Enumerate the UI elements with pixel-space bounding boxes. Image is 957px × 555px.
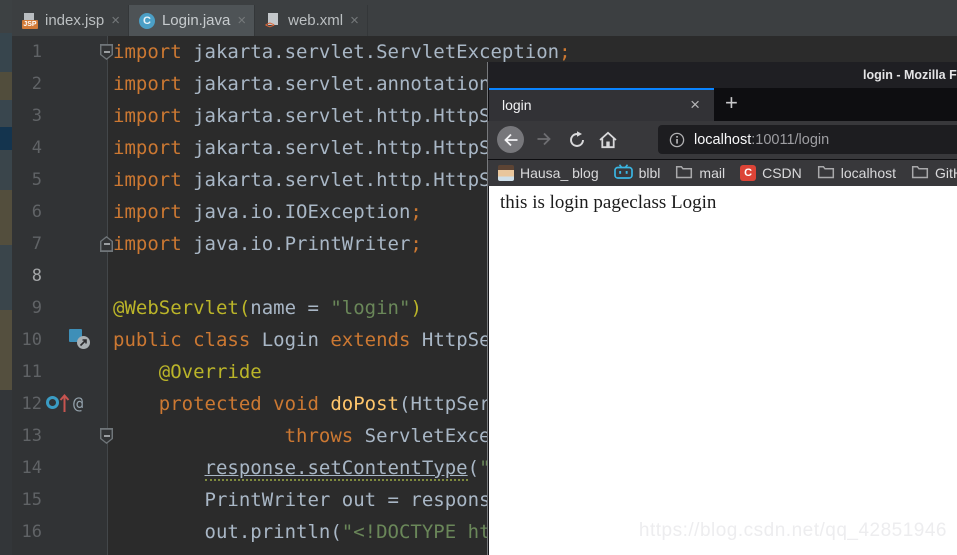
home-button[interactable] — [598, 131, 618, 154]
project-pane-row — [0, 390, 12, 555]
xml-brackets-glyph: <> — [265, 20, 274, 30]
xml-file-icon: <> — [265, 13, 281, 29]
back-button[interactable] — [497, 126, 524, 153]
bookmark-localhost[interactable]: localhost — [817, 165, 896, 182]
home-icon — [598, 131, 618, 149]
overrides-method-icon[interactable] — [46, 396, 59, 409]
back-arrow-icon — [503, 133, 519, 147]
project-pane-row — [0, 33, 12, 72]
project-pane-sliver[interactable] — [0, 0, 12, 555]
editor-tab-bar: JSP index.jsp × C Login.java × <> web.xml × — [12, 0, 957, 36]
browser-page-content: this is login pageclass Login https://bl… — [487, 186, 957, 555]
bookmark-Hausa_-blog[interactable]: Hausa_ blog — [498, 165, 599, 181]
browser-title-bar: login - Mozilla Firefox — [488, 62, 957, 88]
new-tab-button[interactable]: + — [725, 90, 738, 116]
line-number: 6 — [12, 196, 42, 228]
run-class-gutter-icon[interactable] — [69, 329, 93, 353]
jsp-file-icon: JSP — [22, 13, 38, 29]
line-number: 11 — [12, 356, 42, 388]
editor-tab-label: index.jsp — [45, 12, 104, 29]
project-pane-row — [0, 100, 12, 127]
bookmark-label: CSDN — [762, 165, 802, 181]
url-bar[interactable]: localhost:10011/login — [658, 125, 957, 154]
forward-arrow-icon — [536, 132, 552, 146]
project-pane-row — [0, 245, 12, 310]
java-class-icon: C — [139, 13, 155, 29]
bookmark-mail[interactable]: mail — [675, 165, 725, 182]
line-number: 7 — [12, 228, 42, 260]
fold-marker-icon[interactable] — [100, 44, 113, 60]
line-number: 16 — [12, 516, 42, 548]
navigate-arrow-icon — [77, 336, 90, 349]
bookmarks-bar: Hausa_ blog blbl mail C CSDN localhost GitHub — [488, 159, 957, 186]
project-pane-row — [0, 72, 12, 100]
folder-icon — [911, 165, 929, 182]
avatar-icon — [498, 165, 514, 181]
line-number: 8 — [12, 260, 42, 292]
bookmark-label: mail — [699, 165, 725, 181]
refresh-icon — [568, 131, 586, 149]
bookmark-label: Hausa_ blog — [520, 165, 599, 181]
tab-close-icon[interactable]: × — [111, 12, 120, 29]
line-number: 13 — [12, 420, 42, 452]
tab-close-icon[interactable]: × — [350, 12, 359, 29]
csdn-logo-icon: C — [740, 165, 756, 181]
line-number: 1 — [12, 36, 42, 68]
folder-icon — [817, 165, 835, 182]
line-number: 9 — [12, 292, 42, 324]
editor-tab-index-jsp[interactable]: JSP index.jsp × — [12, 5, 129, 36]
tab-close-icon[interactable]: × — [237, 12, 246, 29]
browser-tab-bar: login × + — [488, 88, 957, 121]
project-pane-row — [0, 127, 12, 150]
code-text[interactable]: @Override — [113, 356, 262, 388]
bookmark-label: blbl — [639, 165, 661, 181]
browser-nav-bar: localhost:10011/login — [488, 121, 957, 159]
bilibili-icon — [614, 164, 633, 182]
editor-tab-web-xml[interactable]: <> web.xml × — [255, 5, 368, 36]
bookmark-blbl[interactable]: blbl — [614, 164, 661, 182]
fold-marker-icon[interactable] — [100, 428, 113, 444]
annotation-at-icon: @ — [73, 388, 83, 420]
fold-marker-icon[interactable] — [100, 236, 113, 252]
project-pane-row — [0, 0, 12, 33]
bookmark-GitHub[interactable]: GitHub — [911, 165, 957, 182]
editor-tab-label: Login.java — [162, 12, 230, 29]
firefox-window: login - Mozilla Firefox login × + localh… — [487, 62, 957, 555]
line-number: 17 — [12, 548, 42, 555]
line-number: 12 — [12, 388, 42, 420]
page-body-text: this is login pageclass Login — [500, 192, 716, 214]
line-number: 2 — [12, 68, 42, 100]
project-pane-row — [0, 150, 12, 190]
bookmark-label: localhost — [841, 165, 896, 181]
csdn-watermark: https://blog.csdn.net/qq_42851946 — [639, 520, 947, 542]
line-number: 5 — [12, 164, 42, 196]
bookmark-label: GitHub — [935, 165, 957, 181]
refresh-button[interactable] — [568, 131, 586, 154]
url-text: localhost:10011/login — [694, 132, 829, 148]
line-number: 14 — [12, 452, 42, 484]
code-text[interactable]: out.println("<html>"); — [113, 548, 456, 555]
code-text[interactable]: import java.io.IOException; — [113, 196, 422, 228]
forward-button[interactable] — [536, 132, 552, 151]
jsp-badge: JSP — [22, 20, 38, 29]
site-info-icon[interactable] — [669, 132, 685, 148]
folder-icon — [675, 165, 693, 182]
project-pane-row — [0, 310, 12, 390]
line-number: 3 — [12, 100, 42, 132]
project-pane-row — [0, 190, 12, 245]
browser-tab-login[interactable]: login × — [489, 88, 714, 121]
bookmark-CSDN[interactable]: C CSDN — [740, 165, 802, 181]
code-text[interactable]: import java.io.PrintWriter; — [113, 228, 422, 260]
tab-close-icon[interactable]: × — [690, 95, 700, 115]
line-number: 4 — [12, 132, 42, 164]
editor-tab-label: web.xml — [288, 12, 343, 29]
window-title: login - Mozilla Firefox — [863, 68, 957, 82]
code-text[interactable]: @WebServlet(name = "login") — [113, 292, 422, 324]
line-number: 15 — [12, 484, 42, 516]
class-c-glyph: C — [139, 13, 155, 29]
editor-tab-Login-java[interactable]: C Login.java × — [129, 5, 255, 36]
override-up-arrow-icon[interactable] — [59, 393, 70, 418]
browser-tab-label: login — [502, 97, 532, 113]
line-number: 10 — [12, 324, 42, 356]
